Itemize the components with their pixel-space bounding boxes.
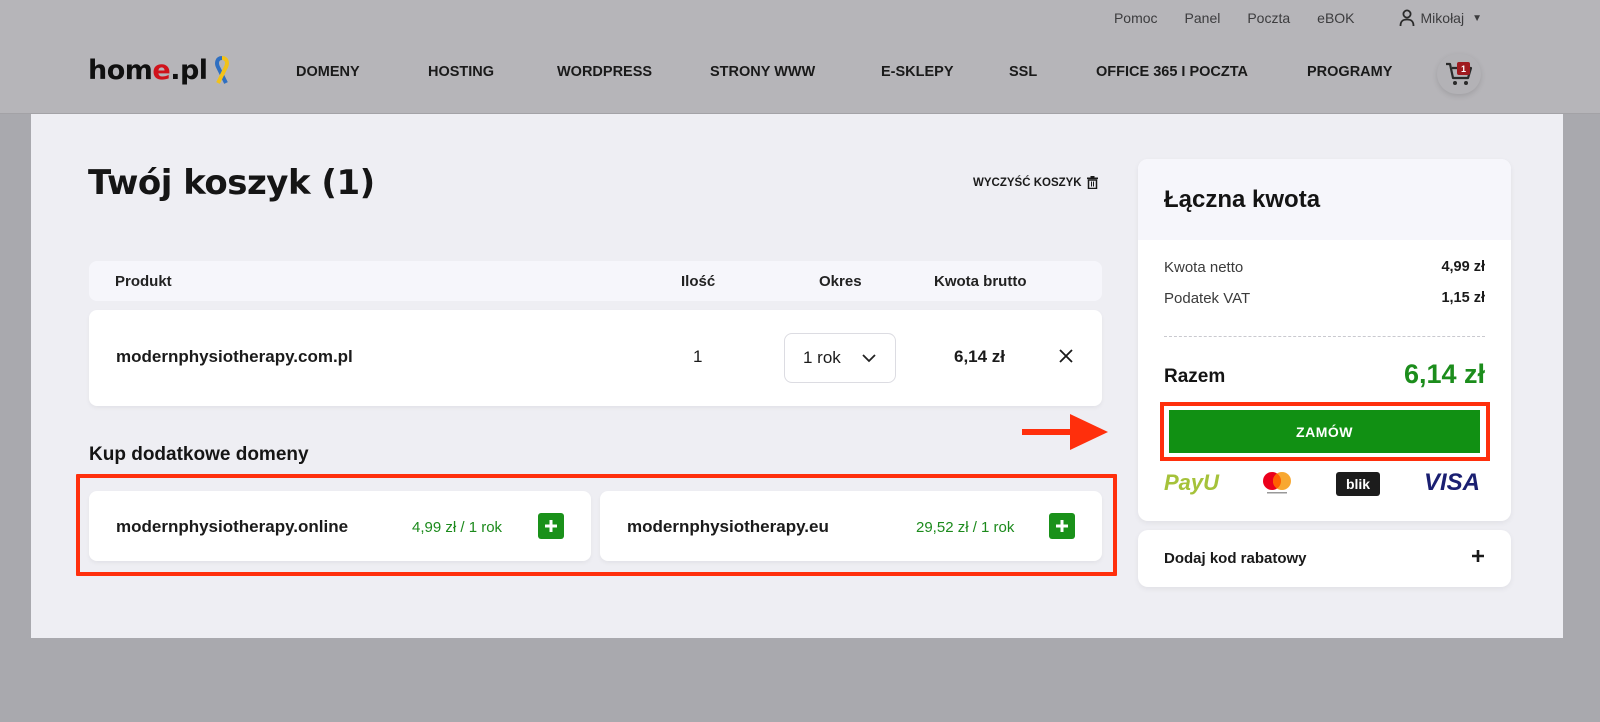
top-link-pomoc[interactable]: Pomoc bbox=[1114, 10, 1158, 26]
user-icon bbox=[1399, 9, 1414, 27]
header-product: Produkt bbox=[115, 273, 172, 290]
caret-down-icon: ▼ bbox=[1472, 12, 1482, 24]
add-domain-button[interactable] bbox=[1049, 513, 1075, 539]
nav-office-365[interactable]: OFFICE 365 I POCZTA bbox=[1096, 64, 1248, 80]
trash-icon bbox=[1086, 176, 1098, 189]
site-logo[interactable]: hom e .pl bbox=[88, 55, 231, 86]
clear-cart-button[interactable]: WYCZYŚĆ KOSZYK bbox=[973, 176, 1098, 189]
top-link-panel[interactable]: Panel bbox=[1185, 10, 1221, 26]
period-value: 1 rok bbox=[803, 348, 841, 367]
top-link-ebok[interactable]: eBOK bbox=[1317, 10, 1354, 26]
total-value: 6,14 zł bbox=[1403, 359, 1485, 389]
order-summary: Łączna kwota Kwota netto 4,99 zł Podatek… bbox=[1138, 159, 1511, 521]
extra-domain-name: modernphysiotherapy.online bbox=[116, 517, 349, 536]
chevron-down-icon bbox=[862, 354, 876, 363]
nav-strony-www[interactable]: STRONY WWW bbox=[710, 64, 815, 80]
extra-domain-card: modernphysiotherapy.online 4,99 zł / 1 r… bbox=[89, 491, 591, 561]
ribbon-icon bbox=[214, 55, 229, 84]
nav-e-sklepy[interactable]: E-SKLEPY bbox=[881, 64, 954, 80]
cart-count-badge: 1 bbox=[1457, 62, 1470, 75]
mastercard-logo bbox=[1263, 472, 1291, 494]
extra-domain-card: modernphysiotherapy.eu 29,52 zł / 1 rok bbox=[600, 491, 1102, 561]
nav-wordpress[interactable]: WORDPRESS bbox=[557, 64, 652, 80]
item-price: 6,14 zł bbox=[954, 347, 1006, 366]
total-label: Razem bbox=[1164, 366, 1226, 387]
user-name: Mikołaj bbox=[1420, 10, 1465, 26]
promo-label: Dodaj kod rabatowy bbox=[1164, 550, 1307, 567]
cart-table-header: Produkt Ilość Okres Kwota brutto bbox=[89, 261, 1102, 301]
vat-value: 1,15 zł bbox=[1441, 290, 1485, 306]
visa-logo: VISA bbox=[1424, 469, 1481, 496]
promo-code-toggle[interactable]: Dodaj kod rabatowy bbox=[1138, 530, 1511, 587]
top-link-poczta[interactable]: Poczta bbox=[1247, 10, 1290, 26]
header-price: Kwota brutto bbox=[934, 273, 1027, 290]
summary-title: Łączna kwota bbox=[1164, 186, 1321, 213]
net-row: Kwota netto 4,99 zł bbox=[1164, 259, 1485, 276]
extra-domains-title: Kup dodatkowe domeny bbox=[89, 444, 309, 465]
cart-button[interactable]: 1 bbox=[1437, 54, 1481, 94]
logo-text: hom bbox=[88, 55, 153, 86]
extra-domain-price: 4,99 zł / 1 rok bbox=[412, 519, 503, 536]
site-header: Pomoc Panel Poczta eBOK Mikołaj ▼ hom e .p… bbox=[0, 0, 1600, 114]
item-name: modernphysiotherapy.com.pl bbox=[116, 347, 353, 366]
nav-domeny[interactable]: DOMENY bbox=[296, 64, 360, 80]
plus-icon bbox=[545, 520, 557, 532]
payu-logo: PayU bbox=[1164, 470, 1220, 495]
extra-domain-name: modernphysiotherapy.eu bbox=[627, 517, 829, 536]
net-value: 4,99 zł bbox=[1441, 259, 1485, 275]
logo-text-accent: e bbox=[152, 55, 171, 86]
user-menu[interactable]: Mikołaj ▼ bbox=[1399, 9, 1482, 27]
arrow-right-icon bbox=[1022, 414, 1108, 450]
divider bbox=[1164, 336, 1485, 337]
logo-text-suffix: .pl bbox=[170, 55, 208, 86]
period-select[interactable]: 1 rok bbox=[784, 333, 896, 383]
close-icon[interactable] bbox=[1059, 349, 1073, 363]
nav-ssl[interactable]: SSL bbox=[1009, 64, 1037, 80]
blik-logo: blik bbox=[1336, 472, 1380, 496]
clear-cart-label: WYCZYŚĆ KOSZYK bbox=[973, 176, 1082, 189]
order-button[interactable]: ZAMÓW bbox=[1169, 410, 1480, 453]
net-label: Kwota netto bbox=[1164, 259, 1244, 276]
header-qty: Ilość bbox=[681, 273, 716, 290]
header-period: Okres bbox=[819, 273, 862, 290]
item-qty: 1 bbox=[693, 347, 703, 366]
page-title: Twój koszyk (1) bbox=[88, 163, 375, 203]
payment-logos: PayU blik VISA bbox=[1164, 469, 1486, 500]
nav-hosting[interactable]: HOSTING bbox=[428, 64, 494, 80]
cart-item-row: modernphysiotherapy.com.pl 1 1 rok 6,14 … bbox=[89, 310, 1102, 406]
nav-programy[interactable]: PROGRAMY bbox=[1307, 64, 1392, 80]
extra-domain-price: 29,52 zł / 1 rok bbox=[916, 519, 1015, 536]
plus-icon bbox=[1472, 550, 1484, 562]
blik-logo-text: blik bbox=[1345, 476, 1371, 492]
top-nav: Pomoc Panel Poczta eBOK Mikołaj ▼ bbox=[1114, 9, 1482, 27]
plus-icon bbox=[1056, 520, 1068, 532]
add-domain-button[interactable] bbox=[538, 513, 564, 539]
vat-label: Podatek VAT bbox=[1164, 290, 1251, 307]
vat-row: Podatek VAT 1,15 zł bbox=[1164, 290, 1485, 307]
